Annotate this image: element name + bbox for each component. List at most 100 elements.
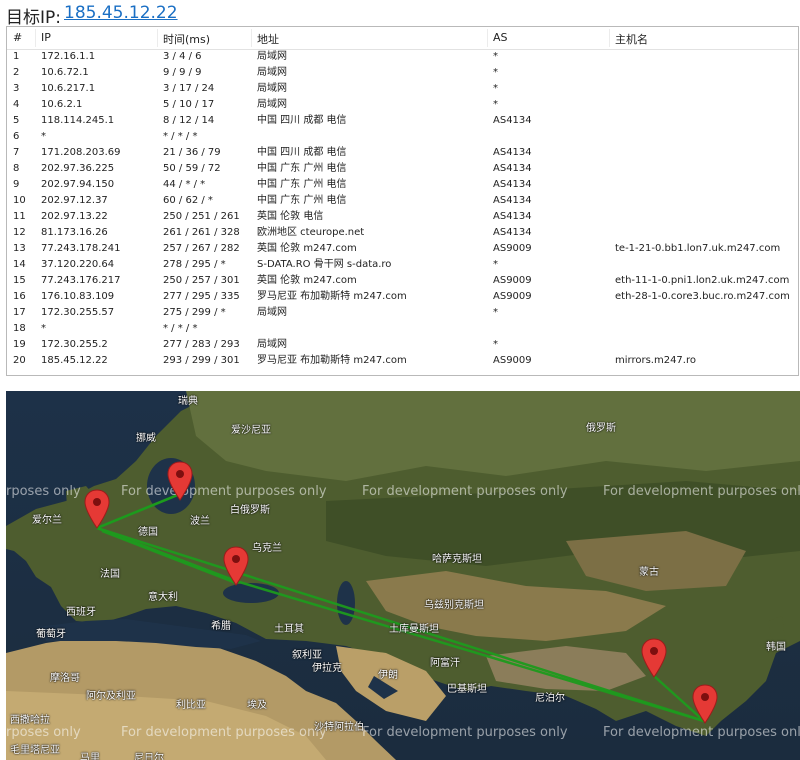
table-row[interactable]: 7 171.208.203.69 21 / 36 / 79 中国 四川 成都 电信 AS… — [7, 145, 798, 161]
hop-ip: 172.30.255.57 — [41, 307, 115, 318]
column-header-time[interactable]: 时间(ms) — [163, 31, 210, 47]
hop-time: 9 / 9 / 9 — [163, 67, 202, 78]
watermark-text: For development purposes only — [362, 484, 568, 499]
map-label-egypt: 埃及 — [247, 700, 267, 711]
hop-as: AS4134 — [493, 179, 532, 190]
table-row[interactable]: 11 202.97.13.22 250 / 251 / 261 英国 伦敦 电信 AS4… — [7, 209, 798, 225]
map-label-iraq: 伊拉克 — [312, 663, 342, 674]
table-row[interactable]: 3 10.6.217.1 3 / 17 / 24 局域网 * — [7, 81, 798, 97]
hop-ip: 202.97.12.37 — [41, 195, 108, 206]
hop-time: 8 / 12 / 14 — [163, 115, 215, 126]
route-map[interactable]: rposes only For development purposes onl… — [6, 391, 800, 760]
table-row[interactable]: 6 * * / * / * — [7, 129, 798, 145]
hop-address: 欧洲地区 cteurope.net — [257, 227, 365, 238]
table-row[interactable]: 19 172.30.255.2 277 / 283 / 293 局域网 * — [7, 337, 798, 353]
hop-time: 3 / 17 / 24 — [163, 83, 215, 94]
location-pin-icon[interactable] — [167, 461, 193, 501]
table-row[interactable]: 20 185.45.12.22 293 / 299 / 301 罗马尼亚 布加勒斯特 … — [7, 353, 798, 369]
map-label-pakistan: 巴基斯坦 — [447, 684, 487, 695]
hop-time: 250 / 251 / 261 — [163, 211, 240, 222]
watermark-text: rposes only — [6, 484, 81, 499]
target-ip-link[interactable]: 185.45.12.22 — [64, 3, 178, 23]
map-label-turkmenistan: 土库曼斯坦 — [389, 624, 439, 635]
hop-as: AS4134 — [493, 195, 532, 206]
hop-address: 英国 伦敦 电信 — [257, 211, 324, 222]
hop-ip: 202.97.94.150 — [41, 179, 115, 190]
table-row[interactable]: 5 118.114.245.1 8 / 12 / 14 中国 四川 成都 电信 AS41… — [7, 113, 798, 129]
hop-address: 局域网 — [257, 83, 287, 94]
hop-number: 4 — [13, 99, 20, 110]
map-label-estonia: 爱沙尼亚 — [231, 425, 271, 436]
table-row[interactable]: 8 202.97.36.225 50 / 59 / 72 中国 广东 广州 电信 AS4… — [7, 161, 798, 177]
location-pin-icon[interactable] — [692, 684, 718, 724]
hop-hostname: te-1-21-0.bb1.lon7.uk.m247.com — [615, 243, 781, 254]
hop-address: 中国 四川 成都 电信 — [257, 147, 347, 158]
hop-hostname: eth-28-1-0.core3.buc.ro.m247.com — [615, 291, 790, 302]
hop-as: AS4134 — [493, 163, 532, 174]
hop-address: 局域网 — [257, 307, 287, 318]
column-divider[interactable] — [487, 29, 488, 47]
table-row[interactable]: 13 77.243.178.241 257 / 267 / 282 英国 伦敦 m24… — [7, 241, 798, 257]
table-row[interactable]: 15 77.243.176.217 250 / 257 / 301 英国 伦敦 m24… — [7, 273, 798, 289]
hop-number: 9 — [13, 179, 20, 190]
table-row[interactable]: 12 81.173.16.26 261 / 261 / 328 欧洲地区 cteuro… — [7, 225, 798, 241]
hop-ip: 10.6.72.1 — [41, 67, 89, 78]
hop-number: 19 — [13, 339, 26, 350]
table-header: # IP 时间(ms) 地址 AS 主机名 — [7, 27, 798, 50]
map-label-mali: 马里 — [80, 753, 100, 760]
map-label-norway: 挪威 — [136, 433, 156, 444]
column-header-as[interactable]: AS — [493, 31, 508, 44]
table-row[interactable]: 9 202.97.94.150 44 / * / * 中国 广东 广州 电信 AS413… — [7, 177, 798, 193]
map-label-ukraine: 乌克兰 — [252, 543, 282, 554]
table-row[interactable]: 18 * * / * / * — [7, 321, 798, 337]
table-row[interactable]: 1 172.16.1.1 3 / 4 / 6 局域网 * — [7, 49, 798, 65]
hop-address: 局域网 — [257, 67, 287, 78]
hop-ip: * — [41, 131, 46, 142]
table-row[interactable]: 17 172.30.255.57 275 / 299 / * 局域网 * — [7, 305, 798, 321]
column-header-index[interactable]: # — [13, 31, 22, 44]
table-row[interactable]: 10 202.97.12.37 60 / 62 / * 中国 广东 广州 电信 AS41… — [7, 193, 798, 209]
hop-ip: 10.6.2.1 — [41, 99, 83, 110]
table-row[interactable]: 4 10.6.2.1 5 / 10 / 17 局域网 * — [7, 97, 798, 113]
map-label-kazakhstan: 哈萨克斯坦 — [432, 554, 482, 565]
watermark-text: rposes only — [6, 725, 81, 740]
location-pin-icon[interactable] — [223, 546, 249, 586]
hop-as: AS9009 — [493, 243, 532, 254]
hop-ip: 171.208.203.69 — [41, 147, 121, 158]
hop-address: 中国 广东 广州 电信 — [257, 195, 347, 206]
hop-time: 277 / 283 / 293 — [163, 339, 240, 350]
map-label-sweden: 瑞典 — [178, 396, 198, 407]
hop-time: 44 / * / * — [163, 179, 206, 190]
hop-number: 1 — [13, 51, 20, 62]
column-divider[interactable] — [157, 29, 158, 47]
hop-ip: 172.16.1.1 — [41, 51, 96, 62]
hop-as: AS9009 — [493, 275, 532, 286]
map-label-poland: 波兰 — [190, 516, 210, 527]
traceroute-table: # IP 时间(ms) 地址 AS 主机名 1 172.16.1.1 3 / 4 /… — [6, 26, 799, 376]
location-pin-icon[interactable] — [84, 489, 110, 529]
map-label-italy: 意大利 — [148, 592, 178, 603]
column-header-hostname[interactable]: 主机名 — [615, 31, 648, 47]
hop-as: AS4134 — [493, 147, 532, 158]
hop-ip: 10.6.217.1 — [41, 83, 96, 94]
hop-address: 局域网 — [257, 339, 287, 350]
hop-number: 16 — [13, 291, 26, 302]
column-divider[interactable] — [35, 29, 36, 47]
location-pin-icon[interactable] — [641, 638, 667, 678]
column-divider[interactable] — [609, 29, 610, 47]
column-header-ip[interactable]: IP — [41, 31, 51, 44]
hop-ip: 77.243.176.217 — [41, 275, 121, 286]
hop-ip: 176.10.83.109 — [41, 291, 115, 302]
hop-number: 6 — [13, 131, 20, 142]
hop-address: 罗马尼亚 布加勒斯特 m247.com — [257, 355, 407, 366]
column-header-address[interactable]: 地址 — [257, 31, 279, 47]
table-row[interactable]: 14 37.120.220.64 278 / 295 / * S-DATA.RO 骨干… — [7, 257, 798, 273]
table-row[interactable]: 2 10.6.72.1 9 / 9 / 9 局域网 * — [7, 65, 798, 81]
map-label-niger: 尼日尔 — [134, 753, 164, 760]
column-divider[interactable] — [251, 29, 252, 47]
table-row[interactable]: 16 176.10.83.109 277 / 295 / 335 罗马尼亚 布加勒斯特… — [7, 289, 798, 305]
hop-ip: 202.97.36.225 — [41, 163, 115, 174]
map-label-spain: 西班牙 — [66, 607, 96, 618]
hop-number: 7 — [13, 147, 20, 158]
map-label-western-sahara: 西撒哈拉 — [10, 715, 50, 726]
